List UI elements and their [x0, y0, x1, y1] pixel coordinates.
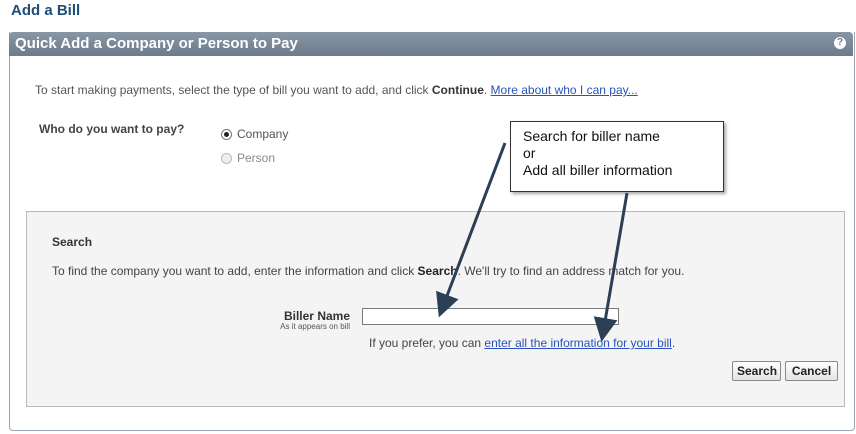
arrow-to-enter-info-link: [593, 192, 629, 342]
annotation-arrows: [436, 142, 629, 342]
arrow-to-biller-input: [436, 142, 507, 318]
